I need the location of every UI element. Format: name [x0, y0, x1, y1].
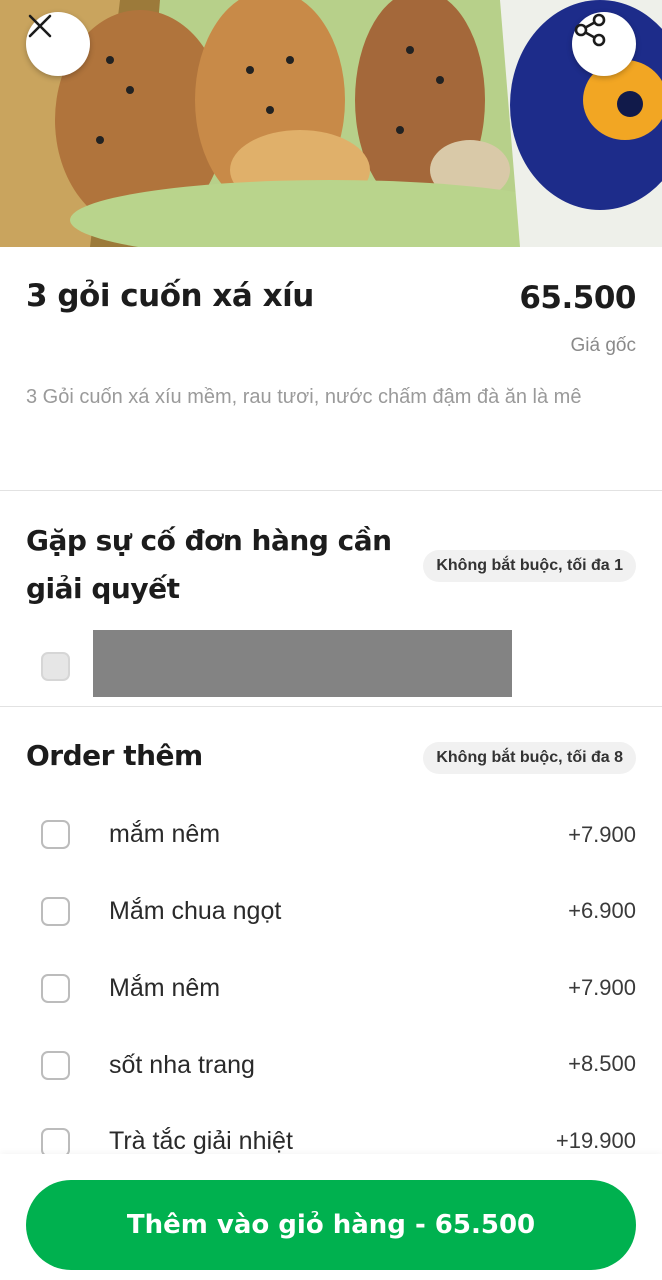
close-icon [28, 14, 52, 38]
item-title: 3 gỏi cuốn xá xíu [26, 278, 314, 314]
option-price: +8.500 [568, 1051, 636, 1076]
option-label: sốt nha trang [109, 1051, 255, 1079]
section-title-issue: Gặp sự cố đơn hàng cần giải quyết [26, 524, 392, 605]
section-title-order-more: Order thêm [26, 739, 203, 772]
option-label: Mắm chua ngọt [109, 897, 282, 925]
option-checkbox[interactable] [41, 1051, 70, 1080]
section-badge-order-more: Không bắt buộc, tối đa 8 [423, 742, 636, 774]
close-button[interactable] [26, 12, 90, 76]
section-badge-issue: Không bắt buộc, tối đa 1 [423, 550, 636, 582]
hero-illustration [0, 0, 662, 247]
option-price: +19.900 [555, 1128, 636, 1153]
item-description: 3 Gỏi cuốn xá xíu mềm, rau tươi, nước ch… [26, 386, 582, 408]
option-label: mắm nêm [109, 820, 221, 848]
option-price: +6.900 [568, 898, 636, 923]
option-price: +7.900 [568, 822, 636, 847]
item-price: 65.500 [519, 280, 636, 316]
add-to-cart-button[interactable]: Thêm vào giỏ hàng - 65.500 [26, 1180, 636, 1270]
option-checkbox[interactable] [41, 1128, 70, 1157]
price-note: Giá gốc [570, 335, 636, 356]
option-checkbox[interactable] [41, 974, 70, 1003]
option-label: Mắm nêm [109, 974, 221, 1002]
share-icon [574, 13, 606, 47]
option-checkbox[interactable] [41, 820, 70, 849]
option-checkbox[interactable] [41, 897, 70, 926]
issue-option-checkbox[interactable] [41, 652, 70, 681]
option-price: +7.900 [568, 975, 636, 1000]
share-button[interactable] [572, 12, 636, 76]
section-divider [0, 490, 662, 491]
hero-food-image [0, 0, 662, 247]
option-label: Trà tắc giải nhiệt [109, 1127, 293, 1155]
section-divider [0, 706, 662, 707]
redacted-option-label [93, 630, 512, 697]
